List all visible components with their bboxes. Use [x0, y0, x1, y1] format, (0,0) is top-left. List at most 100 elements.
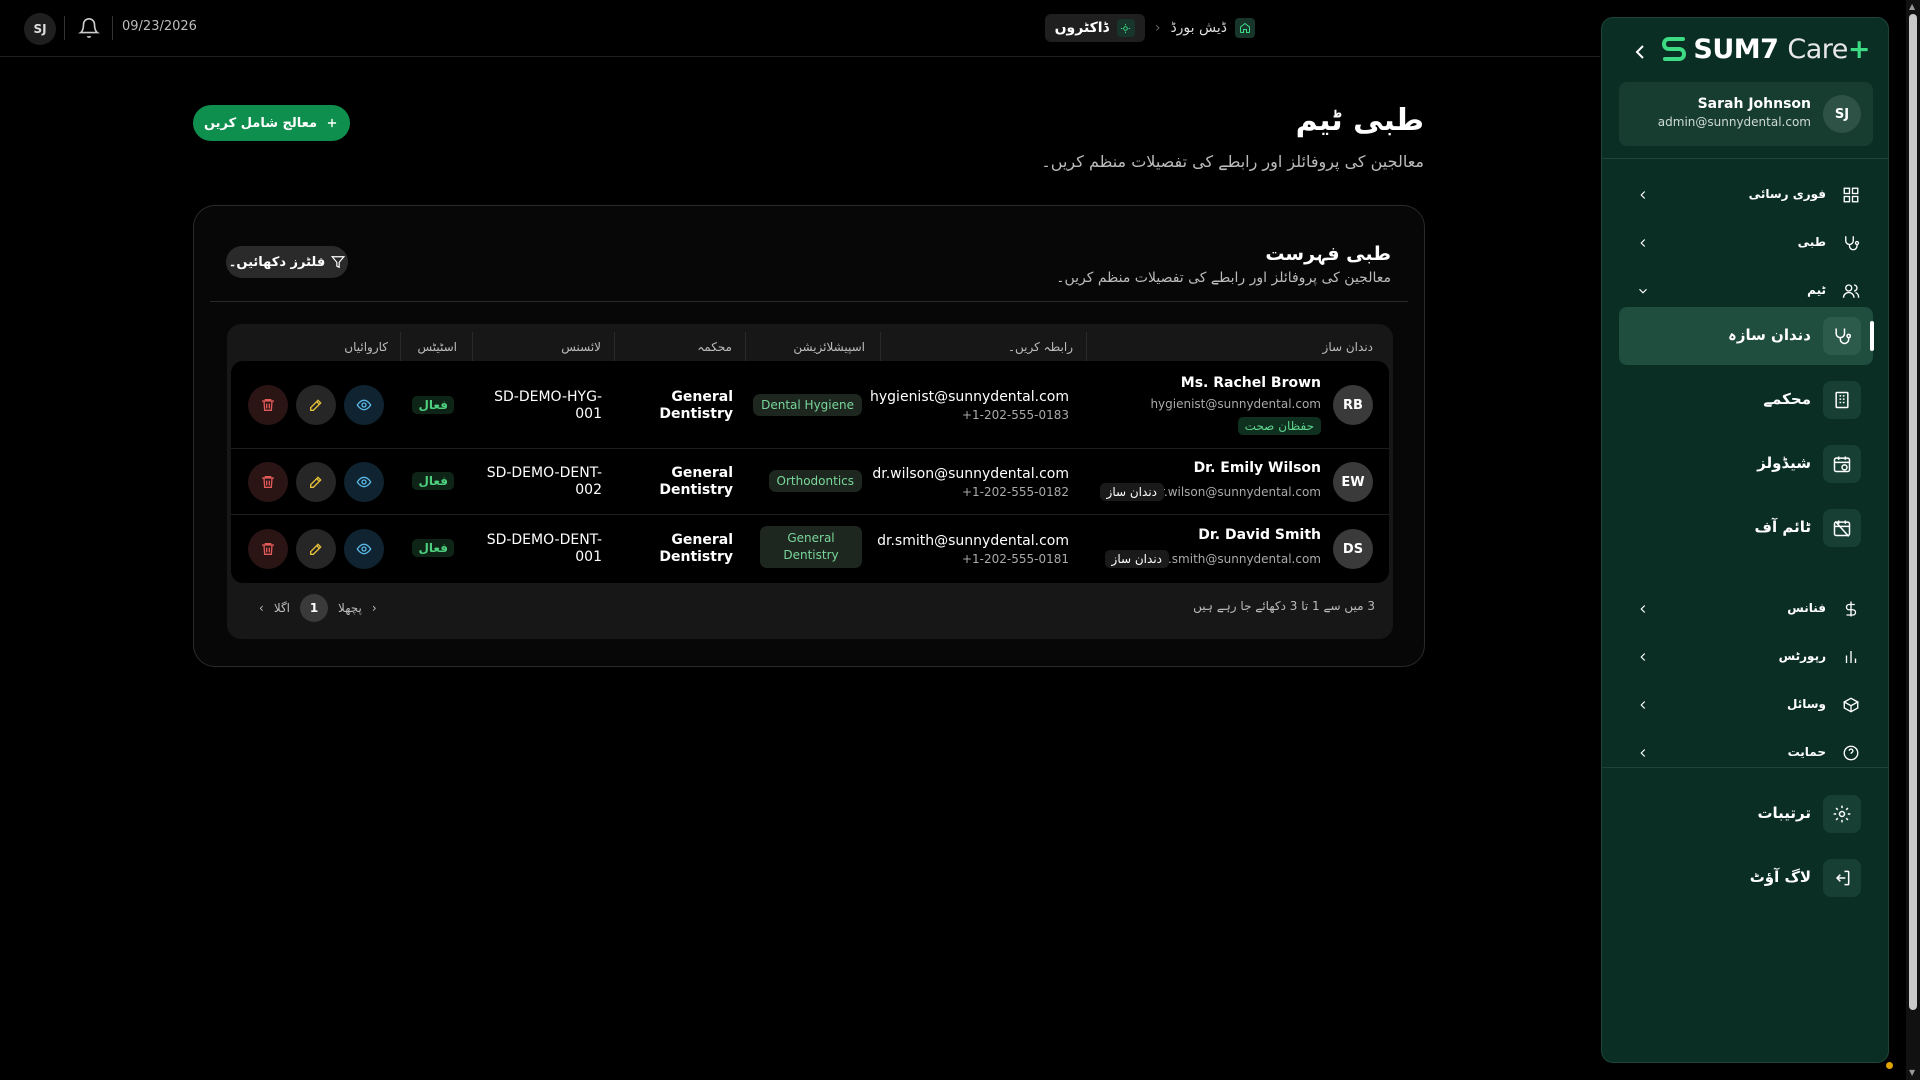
sidebar-item-time-off[interactable]: ٹائم آف [1619, 499, 1873, 557]
previous-page-button[interactable]: پچھلا [338, 601, 362, 615]
gear-icon [1823, 795, 1861, 833]
plus-icon [327, 118, 337, 128]
delete-button[interactable] [248, 385, 288, 425]
sidebar-item-logout[interactable]: لاگ آؤٹ [1619, 849, 1873, 907]
nav-quick-access[interactable]: فوری رسائی [1602, 177, 1888, 213]
doctor-email: hygienist@sunnydental.com [1150, 397, 1321, 411]
nav-support[interactable]: حمایت [1602, 735, 1888, 771]
user-email: admin@sunnydental.com [1657, 115, 1811, 129]
column-divider [400, 332, 401, 362]
dollar-icon [1845, 601, 1857, 617]
scroll-up-icon[interactable]: ▲ [1909, 2, 1915, 11]
bar-chart-icon [1845, 651, 1857, 663]
page-number-button[interactable]: 1 [300, 594, 329, 622]
department: General Dentistry [659, 465, 733, 498]
column-divider [1086, 332, 1087, 362]
scrollbar-thumb[interactable] [1909, 14, 1917, 1010]
sidebar-item-departments[interactable]: محکمے [1619, 371, 1873, 429]
next-page-button[interactable]: اگلا [274, 601, 290, 615]
eye-icon [356, 476, 372, 488]
table-row[interactable]: DS Dr. David Smith dr.smith@sunnydental.… [231, 515, 1389, 583]
breadcrumb-current-label: ڈاکٹروں [1054, 20, 1109, 36]
contact-email[interactable]: dr.wilson@sunnydental.com [872, 466, 1069, 482]
nav-support-label: حمایت [1787, 745, 1826, 759]
help-circle-icon [1843, 745, 1859, 761]
nav-medical[interactable]: طبی [1602, 225, 1888, 261]
pencil-icon [310, 543, 322, 555]
edit-button[interactable] [296, 462, 336, 502]
role-badge: حفظان صحت [1237, 417, 1321, 435]
nav-quick-access-label: فوری رسائی [1748, 187, 1826, 201]
role-badge: دندان ساز [1099, 483, 1164, 501]
edit-button[interactable] [296, 385, 336, 425]
sidebar-item-settings[interactable]: ترتیبات [1619, 785, 1873, 843]
table-row[interactable]: EW Dr. Emily Wilson dr.wilson@sunnydenta… [231, 449, 1389, 515]
box-icon [1842, 697, 1860, 713]
avatar: EW [1333, 462, 1373, 502]
logo-care: Care [1787, 34, 1848, 65]
delete-button[interactable] [248, 462, 288, 502]
scroll-down-icon[interactable]: ▼ [1909, 1068, 1915, 1077]
user-profile-card[interactable]: SJ Sarah Johnson admin@sunnydental.com [1619, 82, 1873, 146]
specialization-badge: Dental Hygiene [753, 394, 862, 416]
department: General Dentistry [659, 389, 733, 422]
edit-button[interactable] [296, 529, 336, 569]
doctor-name: Dr. David Smith [1198, 527, 1321, 543]
column-header-dentist: دندان ساز [1322, 340, 1373, 354]
chevron-left-icon [1640, 605, 1646, 613]
avatar: DS [1333, 529, 1373, 569]
divider [112, 16, 113, 40]
column-header-license: لائسنس [561, 340, 601, 354]
show-filters-button[interactable]: فلٹرز دکھائیں۔ [226, 246, 348, 278]
contact-email[interactable]: dr.smith@sunnydental.com [877, 533, 1069, 549]
view-button[interactable] [344, 462, 384, 502]
sidebar-item-label: شیڈولز [1757, 454, 1811, 472]
scrollbar[interactable]: ▲ ▼ [1906, 0, 1920, 1080]
notification-dot [1886, 1062, 1893, 1069]
chevron-left-icon[interactable] [1628, 40, 1652, 64]
sidebar-item-dentists[interactable]: دندان سازہ [1619, 307, 1874, 365]
doctor-email: dr.wilson@sunnydental.com [1152, 485, 1321, 499]
nav-team[interactable]: ٹیم [1602, 273, 1888, 309]
add-doctor-button[interactable]: معالج شامل کریں [193, 105, 350, 141]
divider [210, 301, 1408, 302]
sidebar-item-schedules[interactable]: شیڈولز [1619, 435, 1873, 493]
chevron-left-icon [1640, 701, 1646, 709]
bell-icon[interactable] [78, 17, 100, 39]
chevron-left-icon[interactable]: ‹ [259, 601, 264, 615]
view-button[interactable] [344, 385, 384, 425]
table-row[interactable]: RB Ms. Rachel Brown hygienist@sunnydenta… [231, 361, 1389, 449]
divider [1602, 158, 1888, 159]
chevron-left-icon [1640, 239, 1646, 247]
delete-button[interactable] [248, 529, 288, 569]
nav-resources[interactable]: وسائل [1602, 687, 1888, 723]
pencil-icon [310, 399, 322, 411]
specialization-badge: Orthodontics [768, 470, 862, 492]
chevron-right-icon[interactable]: › [372, 601, 377, 615]
breadcrumb-home[interactable]: ڈیش بورڈ [1170, 18, 1255, 38]
nav-finance[interactable]: فنانس [1602, 591, 1888, 627]
license: SD-DEMO-HYG-001 [494, 389, 602, 422]
contact-email[interactable]: hygienist@sunnydental.com [870, 389, 1069, 405]
top-bar: SJ 09/23/2026 ڈیش بورڈ ‹ ڈاکٹروں [0, 0, 1600, 57]
logo-plus: + [1847, 34, 1871, 65]
column-header-specialization: اسپیشلائزیشن [793, 340, 865, 354]
card-subtitle: معالجین کی پروفائلز اور رابطے کی تفصیلات… [1056, 270, 1391, 286]
column-header-actions: کاروائیاں [344, 340, 388, 354]
user-avatar[interactable]: SJ [24, 13, 56, 45]
stethoscope-icon [1116, 19, 1135, 37]
nav-reports[interactable]: رپورٹس [1602, 639, 1888, 675]
logo-brand: SUM7 [1693, 34, 1779, 65]
avatar: SJ [1823, 95, 1861, 133]
home-icon [1235, 18, 1255, 38]
filter-icon [331, 256, 346, 269]
view-button[interactable] [344, 529, 384, 569]
sidebar-item-label: ٹائم آف [1754, 518, 1811, 536]
column-header-department: محکمہ [697, 340, 732, 354]
specialization-badge: General Dentistry [760, 526, 862, 568]
contact-phone: +1-202-555-0182 [961, 485, 1069, 499]
column-divider [745, 332, 746, 362]
status-badge: فعال [412, 396, 454, 414]
nav-finance-label: فنانس [1787, 601, 1826, 615]
current-date: 09/23/2026 [122, 19, 197, 34]
